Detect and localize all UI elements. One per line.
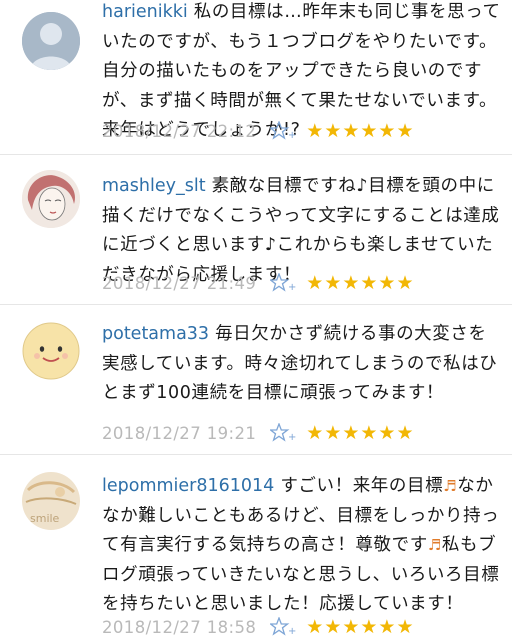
add-star-icon[interactable]: + <box>268 616 297 637</box>
comment-item: mashley_slt 素敵な目標ですね♪目標を頭の中に描くだけでなくこうやって文… <box>0 155 512 305</box>
avatar[interactable] <box>22 170 80 228</box>
music-note-icon: ♬ <box>443 477 458 495</box>
username-link[interactable]: potetama33 <box>102 324 209 344</box>
comment-body: すごい！来年の目標 <box>280 476 444 496</box>
comment-meta: 2018/12/27 22:12 + ★★★★★★ <box>102 119 415 143</box>
comment-text: potetama33 毎日欠かさず続ける事の大変さを実感しています。時々途切れてし… <box>102 320 502 409</box>
avatar[interactable] <box>22 12 80 70</box>
comment-date: 2018/12/27 18:58 <box>102 617 257 637</box>
comment-meta: 2018/12/27 19:21 + ★★★★★★ <box>102 421 415 445</box>
comment-item: smile lepommier8161014 すごい！来年の目標♬なかなか難しいこ… <box>0 455 512 640</box>
comment-item: potetama33 毎日欠かさず続ける事の大変さを実感しています。時々途切れてし… <box>0 305 512 455</box>
drawing-avatar-icon: smile <box>22 472 80 530</box>
comment-date: 2018/12/27 21:49 <box>102 273 257 293</box>
comment-date: 2018/12/27 22:12 <box>102 121 257 141</box>
svg-text:+: + <box>288 626 296 637</box>
svg-text:smile: smile <box>30 512 60 525</box>
comment-meta: 2018/12/27 21:49 + ★★★★★★ <box>102 271 415 295</box>
svg-text:+: + <box>288 130 296 141</box>
comment-date: 2018/12/27 19:21 <box>102 423 257 443</box>
username-link[interactable]: harienikki <box>102 2 188 22</box>
username-link[interactable]: lepommier8161014 <box>102 476 274 496</box>
username-link[interactable]: mashley_slt <box>102 176 206 196</box>
music-note-icon: ♬ <box>427 536 442 554</box>
star-rating: ★★★★★★ <box>306 272 415 294</box>
avatar[interactable] <box>22 322 80 380</box>
sketch-face-avatar-icon <box>22 170 80 228</box>
avatar[interactable]: smile <box>22 472 80 530</box>
comment-meta: 2018/12/27 18:58 + ★★★★★★ <box>102 615 415 639</box>
silhouette-avatar-icon <box>22 12 80 70</box>
star-rating: ★★★★★★ <box>306 616 415 638</box>
comment-item: harienikki 私の目標は…昨年末も同じ事を思っていたのですが、もう１つブロ… <box>0 0 512 155</box>
add-star-icon[interactable]: + <box>268 120 297 141</box>
svg-text:+: + <box>288 432 296 443</box>
star-rating: ★★★★★★ <box>306 120 415 142</box>
comment-text: lepommier8161014 すごい！来年の目標♬なかなか難しいこともあるけど… <box>102 472 502 620</box>
add-star-icon[interactable]: + <box>268 272 297 293</box>
svg-text:+: + <box>288 282 296 293</box>
star-rating: ★★★★★★ <box>306 422 415 444</box>
round-face-avatar-icon <box>22 322 80 380</box>
add-star-icon[interactable]: + <box>268 422 297 443</box>
